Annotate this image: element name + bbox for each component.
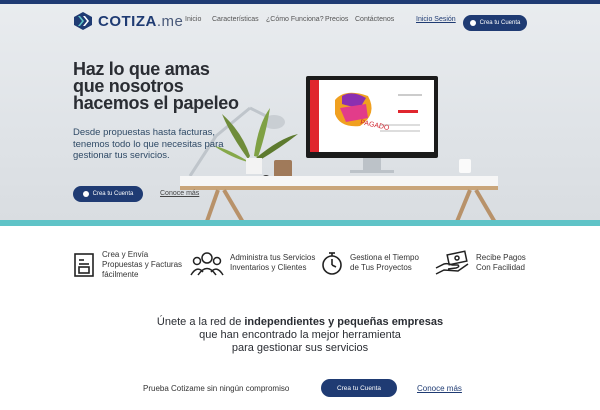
features-row: Crea y Envía Propuestas y Facturas fácil… (0, 250, 600, 290)
nav-inicio[interactable]: Inicio (185, 16, 201, 23)
teal-divider (0, 220, 600, 226)
feature-payments: Recibe Pagos Con Facilidad (434, 250, 538, 276)
join-line-3: para gestionar sus servicios (231, 342, 369, 354)
people-icon (190, 252, 224, 276)
feature-payments-text: Recibe Pagos Con Facilidad (476, 253, 526, 272)
join-pre: Únete a la red de (156, 316, 245, 328)
hero-section: PAGADO Haz lo que amas que nosotros hace… (0, 4, 600, 220)
join-line-2: que han encontrado la mejor herramienta (199, 329, 401, 341)
top-nav: COTIZA.me Inicio Características ¿Cómo F… (0, 4, 600, 34)
hero-signup-label: Crea tu Cuenta (92, 191, 134, 197)
logo[interactable]: COTIZA.me (74, 12, 183, 30)
nav-caracteristicas[interactable]: Características (212, 16, 259, 23)
desk-edge (180, 186, 498, 190)
user-icon (469, 20, 476, 26)
hero-learn-more-link[interactable]: Conoce más (160, 190, 199, 197)
nav-como-funciona[interactable]: ¿Cómo Funciona? (266, 16, 324, 23)
logo-text: COTIZA.me (98, 13, 183, 30)
stopwatch-icon (322, 252, 342, 275)
nav-precios[interactable]: Precios (325, 16, 348, 23)
user-icon (82, 191, 89, 197)
cta-learn-more-link[interactable]: Conoce más (417, 384, 462, 393)
hero-subtitle: Desde propuestas hasta facturas, tenemos… (73, 127, 224, 161)
join-network: Únete a la red de independientes y peque… (0, 316, 600, 355)
mug (459, 159, 471, 173)
logo-name: COTIZA (98, 12, 157, 30)
join-line-1: Únete a la red de independientes y peque… (0, 316, 600, 329)
nav-contactenos[interactable]: Contáctenos (355, 16, 394, 23)
nav-signup-label: Crea tu Cuenta (479, 20, 521, 26)
cta-signup-button[interactable]: Crea tu Cuenta (321, 379, 397, 397)
hero-signup-button[interactable]: Crea tu Cuenta (73, 186, 143, 202)
feature-invoices-text: Crea y Envía Propuestas y Facturas fácil… (102, 250, 183, 279)
invoice-icon (74, 253, 94, 277)
feature-time: Gestiona el Tiempo de Tus Proyectos (320, 250, 430, 276)
cta-text: Prueba Cotizame sin ningún compromiso (143, 384, 290, 393)
cta-row: Prueba Cotizame sin ningún compromiso Cr… (0, 377, 600, 401)
feature-clients: Administra tus Servicios Inventarios y C… (190, 250, 318, 276)
desk-legs (205, 188, 496, 220)
logo-mark-icon (74, 12, 92, 30)
logo-suffix: .me (156, 12, 184, 30)
login-link[interactable]: Inicio Sesión (416, 16, 456, 23)
payment-icon (435, 250, 469, 275)
hero-title: Haz lo que amas que nosotros hacemos el … (73, 59, 239, 113)
join-bold: independientes y pequeñas empresas (244, 316, 444, 328)
feature-time-text: Gestiona el Tiempo de Tus Proyectos (350, 253, 419, 272)
feature-clients-text: Administra tus Servicios Inventarios y C… (230, 253, 316, 272)
monitor: PAGADO (306, 76, 438, 173)
feature-invoices: Crea y Envía Propuestas y Facturas fácil… (72, 250, 188, 280)
speaker (274, 160, 292, 178)
nav-signup-button[interactable]: Crea tu Cuenta (463, 15, 527, 31)
